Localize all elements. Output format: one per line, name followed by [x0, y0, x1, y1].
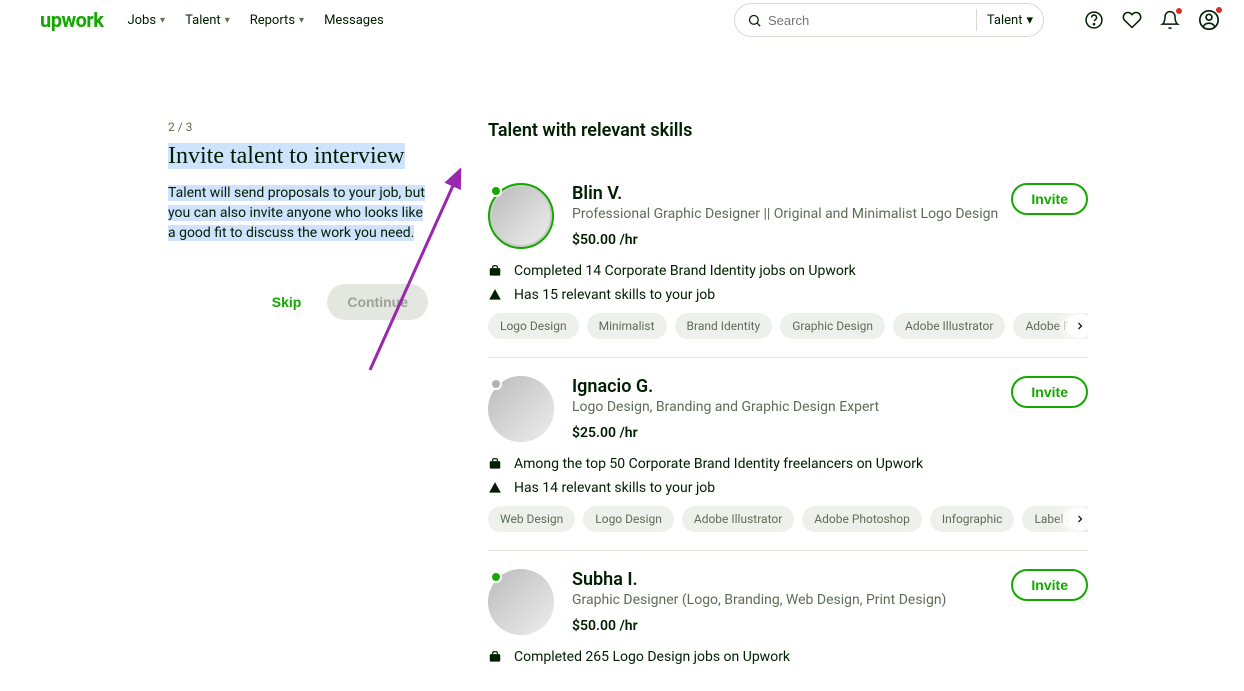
account-badge	[1215, 6, 1223, 14]
nav-reports[interactable]: Reports▾	[250, 13, 304, 28]
step-indicator: 2 / 3	[168, 120, 428, 134]
talent-card: Subha I. Graphic Designer (Logo, Branding…	[488, 551, 1088, 691]
talent-list: Talent with relevant skills Blin V. Profe…	[488, 120, 1088, 691]
chevron-down-icon: ▾	[225, 15, 230, 26]
search-icon	[747, 13, 762, 28]
search-input[interactable]	[768, 13, 970, 28]
wizard-panel: 2 / 3 Invite talent to interview Talent …	[168, 120, 428, 691]
talent-meta: Completed 265 Logo Design jobs on Upwork	[488, 649, 1088, 665]
avatar[interactable]	[488, 183, 554, 249]
skills-row: Logo Design Minimalist Brand Identity Graph…	[488, 313, 1088, 339]
talent-meta: Among the top 50 Corporate Brand Identit…	[488, 456, 1088, 472]
skill-chip[interactable]: Web Design	[488, 506, 575, 532]
notification-badge	[1175, 7, 1183, 15]
talent-name[interactable]: Ignacio G.	[572, 376, 879, 397]
talent-rate: $50.00 /hr	[572, 232, 998, 248]
main-header: upwork Jobs▾ Talent▾ Reports▾ Messages T…	[0, 0, 1244, 40]
meta-icon	[488, 264, 502, 278]
search-scope-select[interactable]: Talent▾	[976, 9, 1033, 31]
main-container: 2 / 3 Invite talent to interview Talent …	[0, 40, 1244, 691]
wizard-description: Talent will send proposals to your job, …	[168, 183, 428, 244]
skill-chip[interactable]: Logo Design	[583, 506, 674, 532]
heart-icon[interactable]	[1122, 10, 1142, 30]
talent-card: Ignacio G. Logo Design, Branding and Grap…	[488, 358, 1088, 551]
talent-rate: $50.00 /hr	[572, 618, 946, 634]
meta-icon	[488, 288, 502, 302]
talent-title: Professional Graphic Designer || Origina…	[572, 206, 998, 222]
nav-messages[interactable]: Messages	[324, 13, 384, 28]
nav-jobs[interactable]: Jobs▾	[127, 13, 165, 28]
section-title: Talent with relevant skills	[488, 120, 1088, 141]
presence-indicator	[490, 378, 502, 390]
skills-scroll-right[interactable]	[1068, 507, 1088, 531]
skill-chip[interactable]: Infographic	[930, 506, 1015, 532]
search-bar[interactable]: Talent▾	[734, 3, 1044, 37]
skills-row: Web Design Logo Design Adobe Illustrator Ad…	[488, 506, 1088, 532]
invite-button[interactable]: Invite	[1011, 376, 1088, 408]
meta-icon	[488, 457, 502, 471]
skill-chip[interactable]: Logo Design	[488, 313, 579, 339]
talent-name[interactable]: Subha I.	[572, 569, 946, 590]
meta-icon	[488, 650, 502, 664]
logo[interactable]: upwork	[40, 8, 103, 32]
main-nav: Jobs▾ Talent▾ Reports▾ Messages	[127, 13, 383, 28]
invite-button[interactable]: Invite	[1011, 183, 1088, 215]
skill-chip[interactable]: Minimalist	[587, 313, 667, 339]
invite-button[interactable]: Invite	[1011, 569, 1088, 601]
talent-title: Logo Design, Branding and Graphic Design…	[572, 399, 879, 415]
skill-chip[interactable]: Adobe Illustrator	[682, 506, 794, 532]
skills-scroll-right[interactable]	[1068, 314, 1088, 338]
skill-chip[interactable]: Adobe Photoshop	[802, 506, 922, 532]
skill-chip[interactable]: Graphic Design	[780, 313, 885, 339]
skill-chip[interactable]: Adobe Illustrator	[893, 313, 1005, 339]
skip-button[interactable]: Skip	[256, 284, 318, 320]
chevron-down-icon: ▾	[1026, 13, 1033, 28]
presence-indicator	[490, 185, 502, 197]
nav-talent[interactable]: Talent▾	[185, 13, 230, 28]
wizard-headline: Invite talent to interview	[168, 142, 428, 171]
skill-chip[interactable]: Brand Identity	[675, 313, 773, 339]
chevron-down-icon: ▾	[299, 15, 304, 26]
bell-icon[interactable]	[1160, 10, 1180, 30]
talent-meta: Completed 14 Corporate Brand Identity jo…	[488, 263, 1088, 279]
talent-name[interactable]: Blin V.	[572, 183, 998, 204]
talent-meta: Has 14 relevant skills to your job	[488, 480, 1088, 496]
talent-rate: $25.00 /hr	[572, 425, 879, 441]
avatar[interactable]	[488, 376, 554, 442]
talent-title: Graphic Designer (Logo, Branding, Web De…	[572, 592, 946, 608]
presence-indicator	[490, 571, 502, 583]
continue-button: Continue	[327, 284, 428, 320]
talent-meta: Has 15 relevant skills to your job	[488, 287, 1088, 303]
chevron-down-icon: ▾	[160, 15, 165, 26]
help-icon[interactable]	[1084, 10, 1104, 30]
avatar-icon[interactable]	[1198, 9, 1220, 31]
avatar[interactable]	[488, 569, 554, 635]
meta-icon	[488, 481, 502, 495]
talent-card: Blin V. Professional Graphic Designer || …	[488, 165, 1088, 358]
